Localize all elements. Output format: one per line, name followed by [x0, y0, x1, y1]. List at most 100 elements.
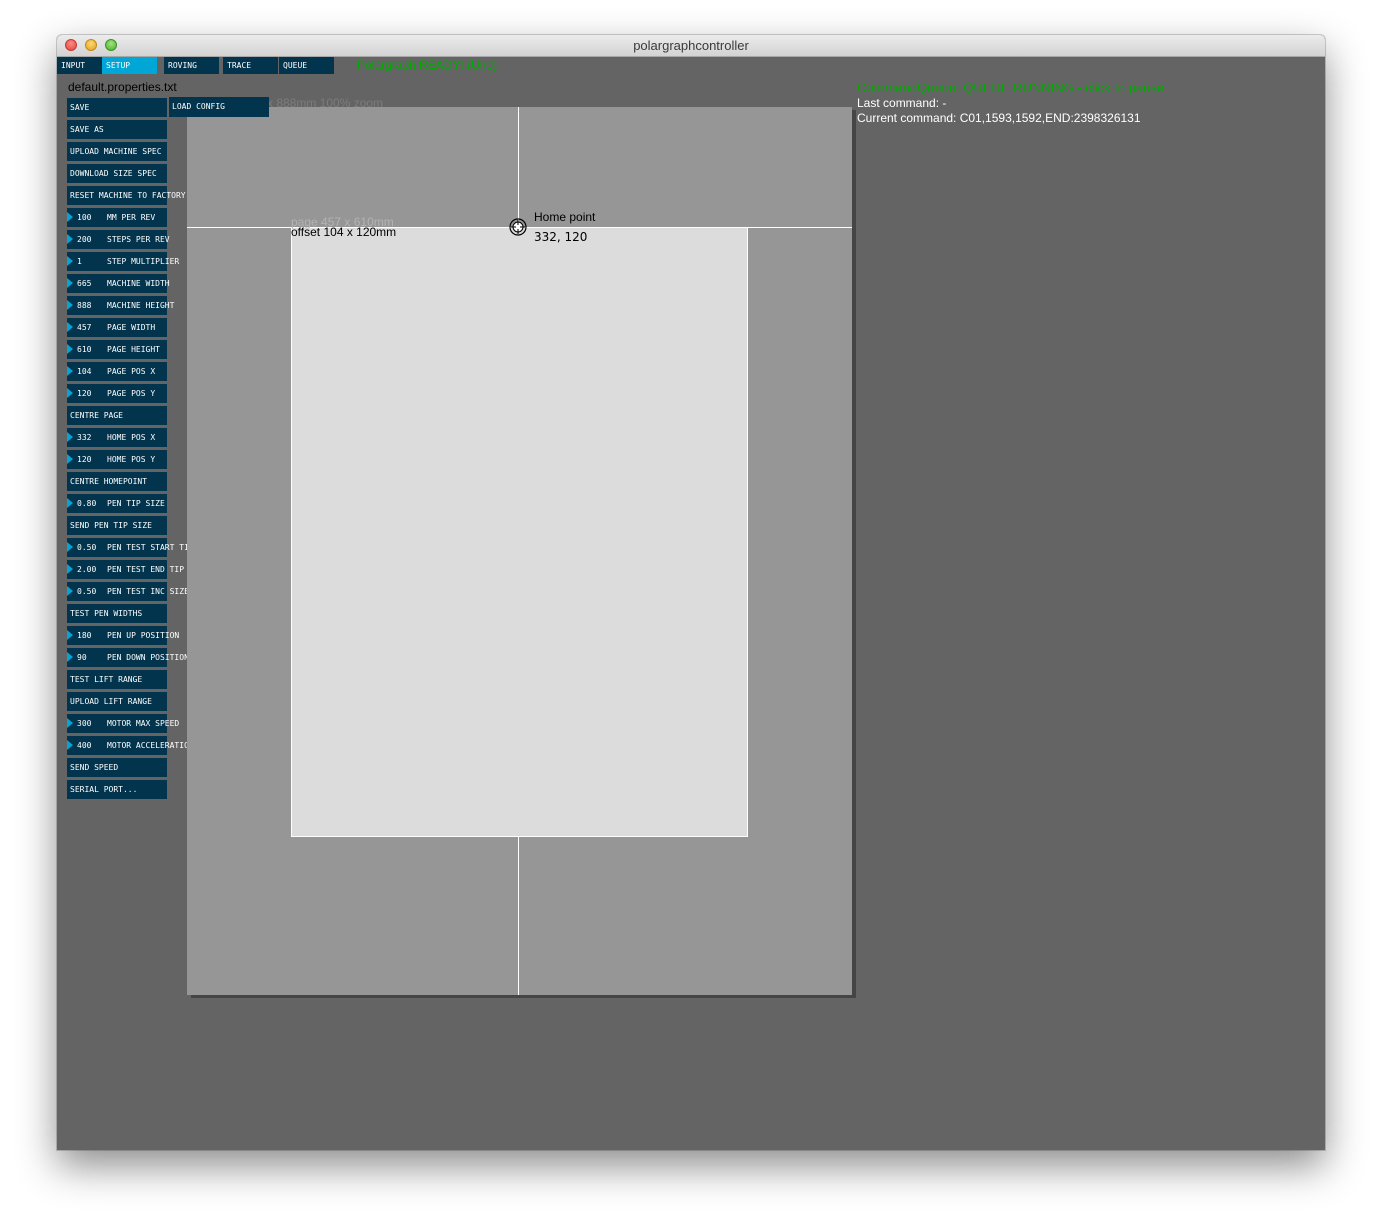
button-label: PEN DOWN POSITION — [107, 653, 189, 662]
button-label: HOME POS Y — [107, 455, 156, 464]
title-bar[interactable]: polargraphcontroller — [57, 35, 1325, 57]
numberbox-value: 665 — [77, 279, 92, 288]
page-area[interactable] — [291, 227, 748, 837]
triangle-right-icon — [67, 564, 73, 574]
triangle-right-icon — [67, 388, 73, 398]
numberbox-pen-up-position[interactable]: 180 PEN UP POSITION — [67, 626, 179, 645]
numberbox-machine-width[interactable]: 665 MACHINE WIDTH — [67, 274, 170, 293]
numberbox-pen-down-position[interactable]: 90 PEN DOWN POSITION — [67, 648, 189, 667]
current-command: Current command: C01,1593,1592,END:23983… — [857, 111, 1141, 125]
numberbox-value: 2.00 — [77, 565, 97, 574]
tab-setup[interactable]: SETUP — [102, 57, 157, 74]
numberbox-value: 0.50 — [77, 543, 97, 552]
machine-canvas[interactable]: page 457 x 610mm offset 104 x 120mm Home… — [187, 107, 852, 995]
button-test-lift-range[interactable]: TEST LIFT RANGE — [67, 670, 167, 689]
numberbox-value: 1 — [77, 257, 82, 266]
button-label: DOWNLOAD SIZE SPEC — [70, 169, 157, 178]
button-label: CENTRE HOMEPOINT — [70, 477, 148, 486]
numberbox-value: 0.50 — [77, 587, 97, 596]
tab-label: INPUT — [61, 61, 86, 70]
triangle-right-icon — [67, 256, 73, 266]
button-label: PEN UP POSITION — [107, 631, 180, 640]
button-upload-lift-range[interactable]: UPLOAD LIFT RANGE — [67, 692, 167, 711]
numberbox-page-height[interactable]: 610 PAGE HEIGHT — [67, 340, 167, 359]
tab-queue[interactable]: QUEUE — [279, 57, 334, 74]
app-window: polargraphcontroller INPUT SETUP ROVING … — [57, 35, 1325, 1150]
home-point-icon[interactable] — [509, 218, 527, 236]
numberbox-machine-height[interactable]: 888 MACHINE HEIGHT — [67, 296, 174, 315]
numberbox-motor-acceleration[interactable]: 400 MOTOR ACCELERATION — [67, 736, 194, 755]
button-label: PEN TEST START TIP — [107, 543, 194, 552]
numberbox-step-multiplier[interactable]: 1 STEP MULTIPLIER — [67, 252, 179, 271]
numberbox-value: 90 — [77, 653, 87, 662]
button-test-pen-widths[interactable]: TEST PEN WIDTHS — [67, 604, 167, 623]
button-label: PEN TEST END TIP — [107, 565, 185, 574]
triangle-right-icon — [67, 366, 73, 376]
button-send-speed[interactable]: SEND SPEED — [67, 758, 167, 777]
button-label: MACHINE WIDTH — [107, 279, 170, 288]
triangle-right-icon — [67, 718, 73, 728]
home-point-coords: 332, 120 — [534, 230, 588, 244]
button-upload-machine-spec[interactable]: UPLOAD MACHINE SPEC — [67, 142, 167, 161]
numberbox-page-pos-x[interactable]: 104 PAGE POS X — [67, 362, 167, 381]
numberbox-value: 332 — [77, 433, 92, 442]
button-save[interactable]: SAVE — [67, 98, 167, 117]
triangle-right-icon — [67, 740, 73, 750]
triangle-right-icon — [67, 300, 73, 310]
button-send-pen-tip-size[interactable]: SEND PEN TIP SIZE — [67, 516, 167, 535]
numberbox-value: 200 — [77, 235, 92, 244]
button-download-size-spec[interactable]: DOWNLOAD SIZE SPEC — [67, 164, 167, 183]
button-label: PAGE HEIGHT — [107, 345, 160, 354]
numberbox-value: 120 — [77, 455, 92, 464]
button-label: CENTRE PAGE — [70, 411, 123, 420]
tab-label: TRACE — [227, 61, 252, 70]
button-label: MOTOR ACCELERATION — [107, 741, 194, 750]
numberbox-value: 100 — [77, 213, 92, 222]
triangle-right-icon — [67, 278, 73, 288]
triangle-right-icon — [67, 344, 73, 354]
triangle-right-icon — [67, 652, 73, 662]
button-label: TEST PEN WIDTHS — [70, 609, 143, 618]
page-offset-label: offset 104 x 120mm — [291, 225, 397, 239]
tab-roving[interactable]: ROVING — [164, 57, 219, 74]
button-label: RESET MACHINE TO FACTORY — [70, 191, 186, 200]
config-filename: default.properties.txt — [68, 80, 177, 94]
numberbox-steps-per-rev[interactable]: 200 STEPS PER REV — [67, 230, 170, 249]
button-label: MM PER REV — [107, 213, 156, 222]
numberbox-motor-max-speed[interactable]: 300 MOTOR MAX SPEED — [67, 714, 179, 733]
button-label: SAVE AS — [70, 125, 104, 134]
tab-trace[interactable]: TRACE — [223, 57, 278, 74]
button-label: UPLOAD MACHINE SPEC — [70, 147, 162, 156]
button-label: PEN TEST INC SIZE — [107, 587, 189, 596]
triangle-right-icon — [67, 454, 73, 464]
numberbox-page-pos-y[interactable]: 120 PAGE POS Y — [67, 384, 167, 403]
numberbox-pen-test-inc-size[interactable]: 0.50 PEN TEST INC SIZE — [67, 582, 189, 601]
command-queue-status[interactable]: CommandQueue: QUEUE RUNNING - click to p… — [857, 80, 1164, 95]
triangle-right-icon — [67, 586, 73, 596]
button-label: PAGE POS Y — [107, 389, 156, 398]
button-reset-machine-to-factory[interactable]: RESET MACHINE TO FACTORY — [67, 186, 186, 205]
numberbox-page-width[interactable]: 457 PAGE WIDTH — [67, 318, 167, 337]
tab-label: SETUP — [106, 61, 131, 70]
triangle-right-icon — [67, 322, 73, 332]
numberbox-mm-per-rev[interactable]: 100 MM PER REV — [67, 208, 167, 227]
window-title: polargraphcontroller — [633, 38, 749, 53]
numberbox-pen-tip-size[interactable]: 0.80 PEN TIP SIZE — [67, 494, 167, 513]
numberbox-value: 104 — [77, 367, 92, 376]
numberbox-pen-test-end-tip[interactable]: 2.00 PEN TEST END TIP — [67, 560, 184, 579]
numberbox-value: 400 — [77, 741, 92, 750]
machine-size-zoom-label: x 888mm 100% zoom — [267, 96, 384, 110]
button-save-as[interactable]: SAVE AS — [67, 120, 167, 139]
triangle-right-icon — [67, 234, 73, 244]
button-serial-port[interactable]: SERIAL PORT... — [67, 780, 167, 799]
numberbox-pen-test-start-tip[interactable]: 0.50 PEN TEST START TIP — [67, 538, 194, 557]
button-label: PEN TIP SIZE — [107, 499, 165, 508]
button-label: HOME POS X — [107, 433, 156, 442]
button-centre-homepoint[interactable]: CENTRE HOMEPOINT — [67, 472, 167, 491]
numberbox-home-pos-y[interactable]: 120 HOME POS Y — [67, 450, 167, 469]
load-config-button[interactable]: LOAD CONFIG — [169, 97, 269, 117]
button-centre-page[interactable]: CENTRE PAGE — [67, 406, 167, 425]
button-label: SERIAL PORT... — [70, 785, 138, 794]
button-label: PAGE POS X — [107, 367, 156, 376]
numberbox-home-pos-x[interactable]: 332 HOME POS X — [67, 428, 167, 447]
